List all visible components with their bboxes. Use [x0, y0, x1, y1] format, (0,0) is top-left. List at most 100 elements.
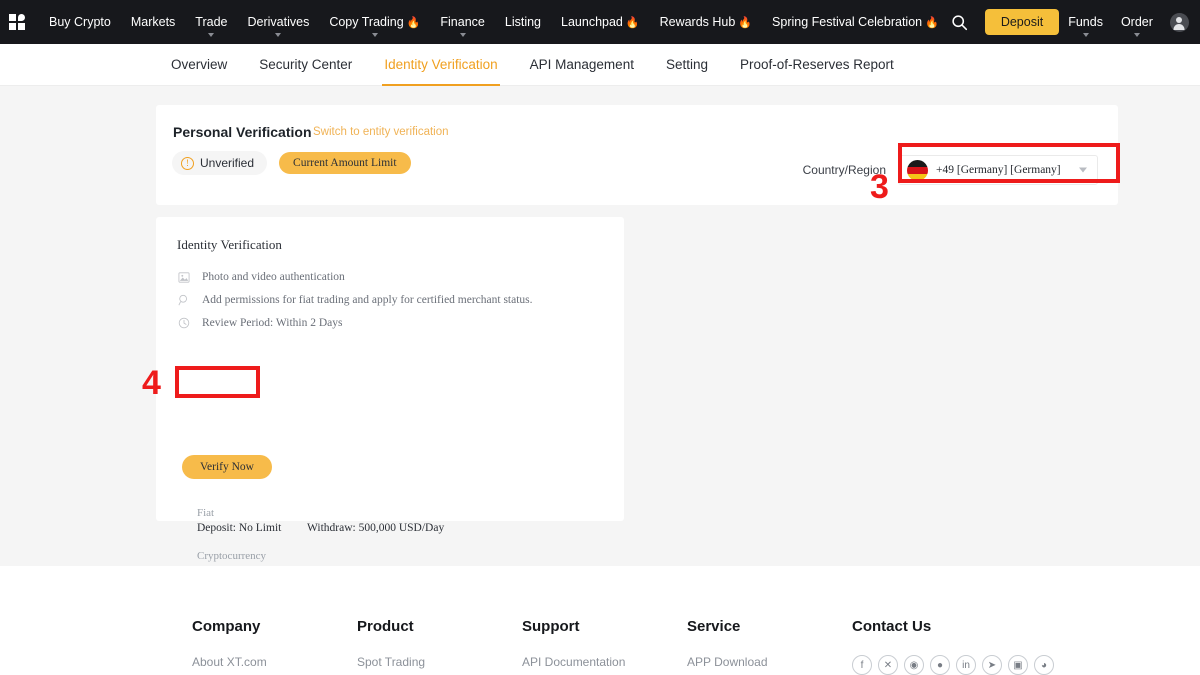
nav-item-label: Order — [1120, 15, 1153, 29]
list-item-label: Photo and video authentication — [202, 271, 345, 283]
status-badge: ! Unverified — [172, 151, 268, 175]
page-title: Personal Verification — [173, 124, 312, 140]
limit-row: Deposit: No Limit Withdraw: 500,000 USD/… — [197, 522, 466, 534]
footer-link[interactable]: API Documentation — [522, 655, 687, 669]
footer-column-title: Company — [192, 618, 261, 635]
current-amount-limit-button[interactable]: Current Amount Limit — [279, 152, 411, 174]
footer-column-support: Support API Documentation — [522, 618, 687, 675]
footer-link[interactable]: About XT.com — [192, 655, 357, 669]
top-navigation-bar: Buy Crypto Markets Trade Derivatives Copy Tr… — [0, 0, 1200, 44]
nav-item-buy-crypto[interactable]: Buy Crypto — [39, 0, 121, 44]
page-root: Buy Crypto Markets Trade Derivatives Copy Tr… — [0, 0, 1200, 675]
switch-to-entity-verification-link[interactable]: Switch to entity verification — [313, 126, 449, 138]
linkedin-icon[interactable]: in — [956, 655, 976, 675]
tab-identity-verification[interactable]: Identity Verification — [368, 44, 513, 86]
nav-item-label: Derivatives — [247, 15, 310, 29]
footer-column-company: Company About XT.com — [192, 618, 357, 675]
nav-item-launchpad[interactable]: Launchpad 🔥 — [551, 0, 650, 44]
facebook-icon[interactable]: f — [852, 655, 872, 675]
photo-icon — [177, 271, 191, 283]
account-tabs-bar: Overview Security Center Identity Verifica… — [0, 44, 1200, 86]
medium-icon[interactable]: ● — [930, 655, 950, 675]
nav-item-label: Buy Crypto — [49, 15, 111, 29]
nav-item-label: Markets — [130, 15, 176, 29]
telegram-icon[interactable]: ➤ — [982, 655, 1002, 675]
chevron-down-icon — [1133, 33, 1140, 37]
xt-logo[interactable] — [9, 14, 25, 30]
nav-item-spring-festival-celebration[interactable]: Spring Festival Celebration 🔥 — [762, 0, 949, 44]
chevron-down-icon — [275, 33, 282, 37]
chevron-down-icon — [1082, 33, 1089, 37]
chevron-down-icon — [371, 33, 378, 37]
warning-circle-icon: ! — [181, 156, 194, 170]
nav-item-label: Listing — [504, 15, 542, 29]
nav-item-finance[interactable]: Finance — [430, 0, 494, 44]
nav-item-label: Rewards Hub — [659, 15, 736, 29]
user-avatar-icon[interactable] — [1169, 12, 1189, 32]
footer-column-product: Product Spot Trading — [357, 618, 522, 675]
list-item: Review Period: Within 2 Days — [177, 317, 533, 329]
reddit-icon[interactable]: ◉ — [904, 655, 924, 675]
tab-setting[interactable]: Setting — [650, 44, 724, 86]
tab-api-management[interactable]: API Management — [514, 44, 650, 86]
search-icon[interactable] — [949, 11, 971, 33]
flame-icon: 🔥 — [925, 16, 939, 29]
annotation-box-country-region — [898, 143, 1120, 183]
limit-withdraw: Withdraw: 500,000 USD/Day — [307, 522, 445, 534]
annotation-number-4: 4 — [142, 364, 161, 402]
main-nav-items: Buy Crypto Markets Trade Derivatives Copy Tr… — [39, 0, 949, 44]
identity-verification-feature-list: Photo and video authentication Add permi… — [177, 271, 533, 340]
nav-item-derivatives[interactable]: Derivatives — [238, 0, 320, 44]
x-twitter-icon[interactable]: ✕ — [878, 655, 898, 675]
nav-item-label: Finance — [440, 15, 485, 29]
nav-item-order[interactable]: Order — [1112, 0, 1162, 44]
chevron-down-icon — [208, 33, 215, 37]
limit-group-fiat: Fiat Deposit: No Limit Withdraw: 500,000… — [197, 507, 466, 534]
nav-item-trade[interactable]: Trade — [185, 0, 237, 44]
nav-item-markets[interactable]: Markets — [121, 0, 185, 44]
nav-item-label: Funds — [1068, 15, 1103, 29]
footer-column-title: Contact Us — [852, 618, 932, 635]
footer-columns: Company About XT.com Product Spot Trading Su… — [192, 618, 1054, 675]
footer-column-title: Support — [522, 618, 580, 635]
nav-item-copy-trading[interactable]: Copy Trading 🔥 — [319, 0, 430, 44]
tab-overview[interactable]: Overview — [155, 44, 243, 86]
list-item: Photo and video authentication — [177, 271, 533, 283]
flame-icon: 🔥 — [625, 16, 640, 29]
nav-item-label: Trade — [195, 15, 228, 29]
flame-icon: 🔥 — [406, 16, 421, 29]
nav-item-funds[interactable]: Funds — [1059, 0, 1112, 44]
footer-column-contact: Contact Us f ✕ ◉ ● in ➤ ▣ ◕ — [852, 618, 1054, 675]
list-item: Add permissions for fiat trading and app… — [177, 294, 533, 306]
chevron-down-icon — [459, 33, 466, 37]
clock-icon — [177, 317, 191, 329]
nav-item-rewards-hub[interactable]: Rewards Hub 🔥 — [650, 0, 762, 44]
discord-icon[interactable]: ◕ — [1034, 655, 1054, 675]
footer-link[interactable]: Spot Trading — [357, 655, 522, 669]
tab-security-center[interactable]: Security Center — [243, 44, 368, 86]
nav-right-group: Deposit Funds Order — [949, 0, 1200, 44]
footer-column-service: Service APP Download — [687, 618, 852, 675]
limit-group-heading: Fiat — [197, 507, 215, 519]
limit-deposit: Deposit: No Limit — [197, 522, 282, 534]
verify-now-button[interactable]: Verify Now — [182, 455, 272, 479]
nav-item-label: Spring Festival Celebration — [772, 15, 923, 29]
nav-item-label: Copy Trading — [329, 15, 404, 29]
list-item-label: Review Period: Within 2 Days — [202, 317, 343, 329]
bitcointalk-icon[interactable]: ▣ — [1008, 655, 1028, 675]
magnifier-icon — [177, 294, 191, 306]
flame-icon: 🔥 — [738, 16, 753, 29]
status-badge-label: Unverified — [200, 156, 255, 170]
annotation-box-verify-now — [175, 366, 260, 398]
nav-item-listing[interactable]: Listing — [495, 0, 551, 44]
logo-grid-icon — [9, 14, 25, 30]
identity-verification-title: Identity Verification — [177, 237, 282, 252]
footer-column-title: Product — [357, 618, 414, 635]
footer-link[interactable]: APP Download — [687, 655, 852, 669]
footer-column-title: Service — [687, 618, 741, 635]
deposit-button[interactable]: Deposit — [984, 9, 1060, 35]
limit-group-heading: Cryptocurrency — [197, 550, 267, 562]
account-tabs: Overview Security Center Identity Verifica… — [155, 44, 910, 86]
verify-now-wrapper: Verify Now — [182, 455, 272, 479]
tab-proof-of-reserves-report[interactable]: Proof-of-Reserves Report — [724, 44, 910, 86]
